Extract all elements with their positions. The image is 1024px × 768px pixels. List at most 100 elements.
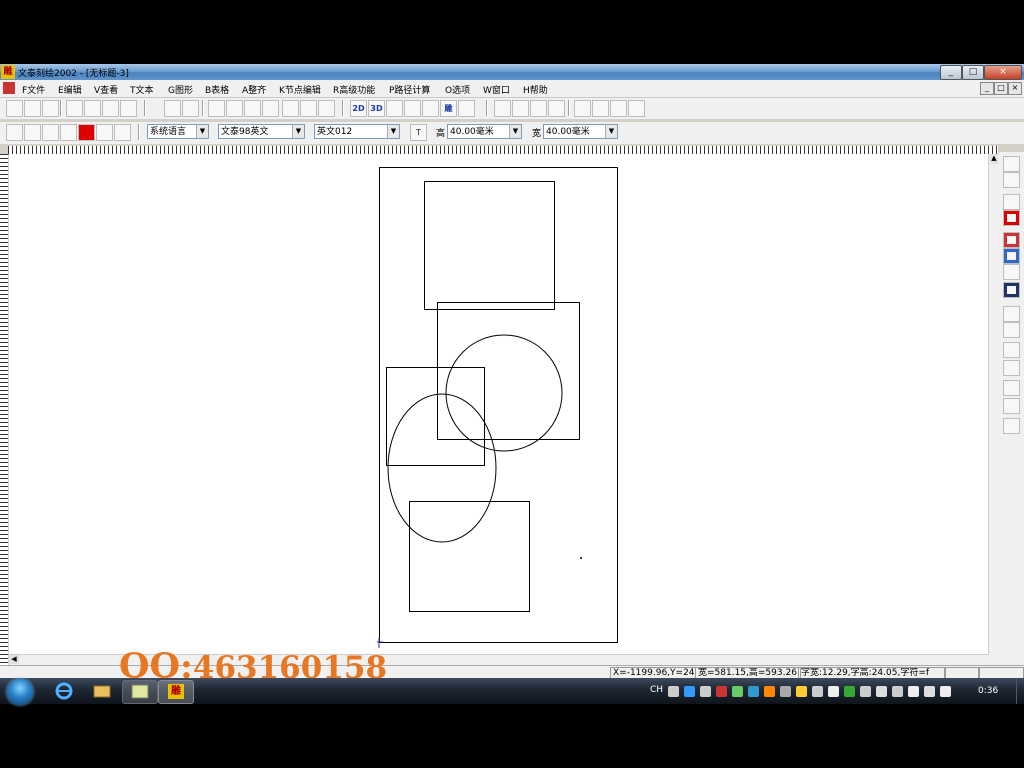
device-tray-icon[interactable] — [876, 686, 887, 697]
edit-icon[interactable] — [548, 100, 565, 117]
color-red-icon[interactable] — [78, 124, 95, 141]
menu-item[interactable]: B表格 — [205, 83, 229, 96]
textframe-icon[interactable] — [1003, 418, 1020, 434]
printer-tray-icon[interactable] — [668, 686, 679, 697]
cut-icon[interactable] — [66, 100, 83, 117]
paste-icon[interactable] — [102, 100, 119, 117]
lightbulb-icon[interactable] — [300, 100, 317, 117]
magnifier-icon[interactable] — [96, 124, 113, 141]
chat-tray-icon[interactable] — [796, 686, 807, 697]
slash-icon[interactable] — [530, 100, 547, 117]
minimize-button[interactable]: _ — [940, 65, 962, 80]
vertical-scrollbar[interactable]: ▲ ▼ — [988, 154, 999, 678]
height-combo[interactable]: 40.00毫米 ▼ — [447, 124, 522, 139]
menu-item[interactable]: F文件 — [22, 83, 45, 96]
shape-dot[interactable] — [580, 557, 582, 559]
save-icon[interactable] — [42, 100, 59, 117]
network-tray-icon[interactable] — [732, 686, 743, 697]
windows-flag-icon[interactable] — [828, 686, 839, 697]
chevron-down-icon[interactable]: ▼ — [509, 125, 521, 138]
table-icon[interactable] — [1003, 282, 1020, 298]
show-desktop-button[interactable] — [1016, 678, 1024, 704]
scroll-left-icon[interactable]: ◀ — [9, 655, 19, 664]
zoom-out-icon[interactable] — [24, 124, 41, 141]
drawing-svg[interactable] — [9, 154, 989, 678]
app-icon[interactable] — [122, 680, 158, 704]
document-tray-icon[interactable] — [812, 686, 823, 697]
printer-icon[interactable] — [244, 100, 261, 117]
fill2-icon[interactable] — [1003, 248, 1020, 264]
shape-rectangle[interactable] — [424, 181, 555, 310]
align-left-icon[interactable] — [574, 100, 591, 117]
settings-tray-icon[interactable] — [780, 686, 791, 697]
grid-icon[interactable] — [386, 100, 403, 117]
shape-circle[interactable] — [445, 334, 563, 452]
chevron-down-icon[interactable]: ▼ — [292, 125, 304, 138]
title-bar[interactable]: 雕 文泰刻绘2002 - [无标题-3] _ □ × — [0, 64, 1024, 80]
node-icon[interactable] — [1003, 194, 1020, 210]
grid2-icon[interactable] — [1003, 306, 1020, 322]
menu-item[interactable]: P路径计算 — [389, 83, 430, 96]
security-tray-icon[interactable] — [844, 686, 855, 697]
language-combo[interactable]: 系统语言 ▼ — [147, 124, 209, 139]
zoom-select-icon[interactable] — [42, 124, 59, 141]
copy-icon[interactable] — [84, 100, 101, 117]
explorer-icon[interactable] — [86, 680, 118, 702]
english-font-combo[interactable]: 英文012 ▼ — [314, 124, 400, 139]
cross-icon[interactable] — [404, 100, 421, 117]
menu-item[interactable]: W窗口 — [483, 83, 510, 96]
menu-item[interactable]: T文本 — [130, 83, 154, 96]
doc-icon[interactable] — [1003, 360, 1020, 376]
measure-icon[interactable] — [494, 100, 511, 117]
ie-icon[interactable] — [48, 680, 80, 702]
mdi-close-button[interactable]: × — [1008, 82, 1022, 95]
pointer-icon[interactable] — [1003, 156, 1020, 172]
width-combo[interactable]: 40.00毫米 ▼ — [543, 124, 618, 139]
justify-icon[interactable] — [628, 100, 645, 117]
power-tray-icon[interactable] — [924, 686, 935, 697]
clock[interactable]: 0:36 — [978, 686, 998, 696]
document-icon[interactable] — [3, 82, 15, 94]
shape-rectangle[interactable] — [409, 501, 530, 612]
monitor-tray-icon[interactable] — [748, 686, 759, 697]
menu-item[interactable]: R高级功能 — [333, 83, 375, 96]
shape3-icon[interactable] — [1003, 264, 1020, 280]
chevron-down-icon[interactable]: ▼ — [605, 125, 617, 138]
undo-icon[interactable] — [164, 100, 181, 117]
scissors-cut-icon[interactable] — [226, 100, 243, 117]
menu-item[interactable]: A整齐 — [242, 83, 266, 96]
carve-app-icon[interactable]: 雕 — [158, 680, 194, 704]
shape-icon[interactable] — [422, 100, 439, 117]
copy2-icon[interactable] — [1003, 380, 1020, 396]
zoom-fit-icon[interactable] — [114, 124, 131, 141]
chinese-font-combo[interactable]: 文泰98英文 ▼ — [218, 124, 305, 139]
menu-item[interactable]: H帮助 — [523, 83, 548, 96]
delete-icon[interactable] — [120, 100, 137, 117]
redo-icon[interactable] — [182, 100, 199, 117]
drawing-canvas[interactable] — [9, 154, 989, 678]
frame-icon[interactable] — [282, 100, 299, 117]
action-center-icon[interactable] — [908, 686, 919, 697]
help-icon[interactable] — [318, 100, 335, 117]
2d-icon[interactable]: 2D — [350, 100, 367, 117]
fill-icon[interactable] — [1003, 232, 1020, 248]
menu-item[interactable]: G图形 — [168, 83, 193, 96]
mdi-minimize-button[interactable]: _ — [980, 82, 994, 95]
new-icon[interactable] — [6, 100, 23, 117]
open-icon[interactable] — [24, 100, 41, 117]
update-tray-icon[interactable] — [860, 686, 871, 697]
display-tray-icon[interactable] — [892, 686, 903, 697]
chevron-down-icon[interactable]: ▼ — [387, 125, 399, 138]
shape-ellipse[interactable] — [387, 393, 497, 543]
app-tray-icon[interactable] — [700, 686, 711, 697]
paste2-icon[interactable] — [1003, 398, 1020, 414]
rect-icon[interactable] — [1003, 210, 1020, 226]
close-button[interactable]: × — [984, 65, 1022, 80]
print-icon[interactable] — [208, 100, 225, 117]
arrow-icon[interactable] — [1003, 322, 1020, 338]
text-tool-icon[interactable] — [458, 100, 475, 117]
pan-icon[interactable] — [60, 124, 77, 141]
3d-icon[interactable]: 3D — [368, 100, 385, 117]
app-icon[interactable]: 雕 — [1, 65, 15, 79]
preview-icon[interactable] — [262, 100, 279, 117]
